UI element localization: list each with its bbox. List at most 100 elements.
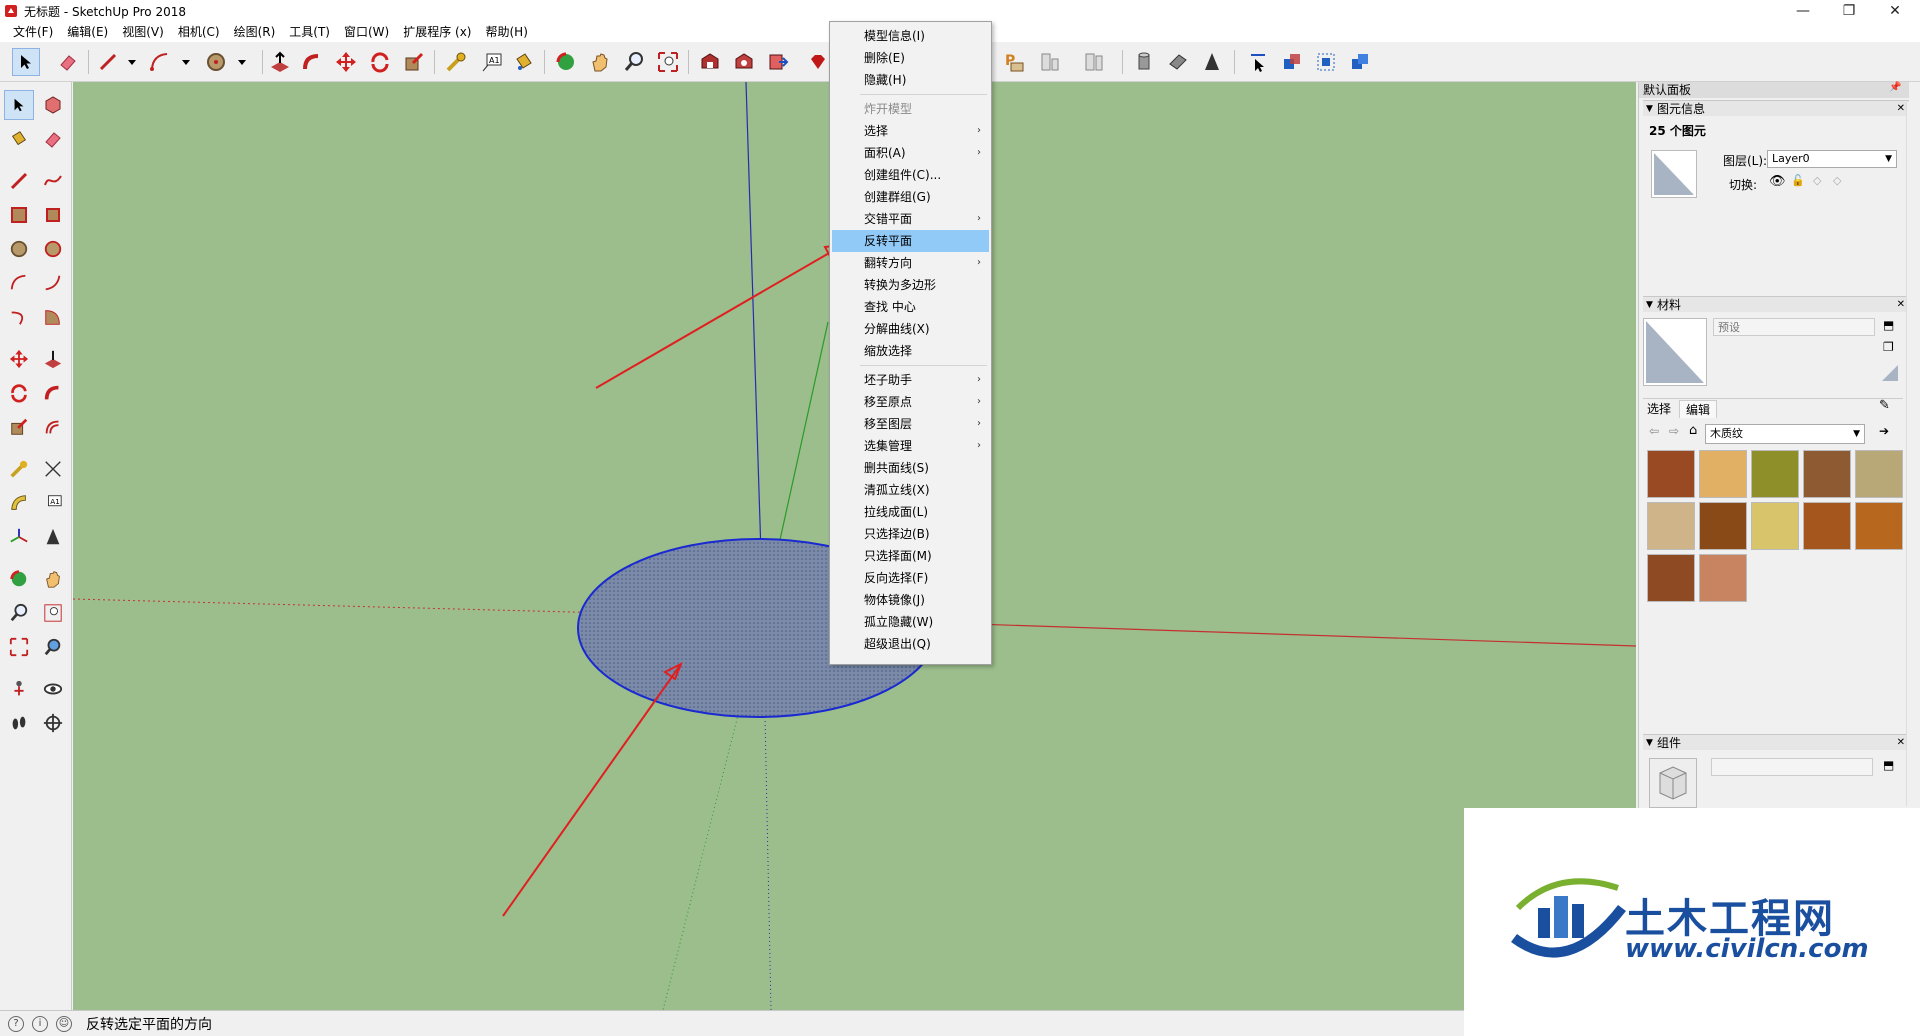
circle-tool-icon[interactable] xyxy=(202,48,230,76)
polygon-icon[interactable] xyxy=(38,234,68,264)
close-button[interactable]: ✕ xyxy=(1872,0,1918,22)
menu-extensions[interactable]: 扩展程序 (x) xyxy=(396,22,478,42)
ctx-select-faces-only[interactable]: 只选择面(M) xyxy=(832,545,989,567)
zoom-icon[interactable] xyxy=(4,598,34,628)
close-panel-icon[interactable]: ✕ xyxy=(1897,297,1905,313)
arc-dropdown-icon[interactable] xyxy=(172,48,200,76)
menu-edit[interactable]: 编辑(E) xyxy=(60,22,115,42)
rotate-icon[interactable] xyxy=(4,378,34,408)
ctx-lines-to-faces[interactable]: 拉线成面(L) xyxy=(832,501,989,523)
ctx-convert-to-polygon[interactable]: 转换为多边形 xyxy=(832,274,989,296)
ctx-area[interactable]: 面积(A) › xyxy=(832,142,989,164)
select-tool-icon[interactable] xyxy=(12,48,40,76)
tab-edit[interactable]: 编辑 xyxy=(1679,400,1718,418)
eyedropper-icon[interactable]: ✎ xyxy=(1879,398,1890,413)
extension-warehouse-icon[interactable] xyxy=(730,48,758,76)
circle-icon[interactable] xyxy=(4,234,34,264)
home-icon[interactable]: ⌂ xyxy=(1689,423,1697,438)
offset-icon[interactable] xyxy=(38,412,68,442)
material-swatch[interactable] xyxy=(1803,502,1851,550)
back-arrow-icon[interactable]: ⇦ xyxy=(1649,424,1659,438)
info-icon[interactable]: i xyxy=(32,1015,48,1032)
line-dropdown-icon[interactable] xyxy=(118,48,146,76)
add-component-icon[interactable]: ⬒ xyxy=(1883,758,1894,772)
make-component-icon[interactable] xyxy=(38,90,68,120)
pan-icon[interactable] xyxy=(38,564,68,594)
material-swatch[interactable] xyxy=(1855,450,1903,498)
ctx-hide[interactable]: 隐藏(H) xyxy=(832,69,989,91)
material-swatch[interactable] xyxy=(1751,502,1799,550)
pin-icon[interactable]: 📌 xyxy=(1889,82,1901,93)
zoom-extents-icon[interactable] xyxy=(4,632,34,662)
line-icon[interactable] xyxy=(4,166,34,196)
materials-header[interactable]: ▼ 材料 ✕ xyxy=(1643,296,1909,312)
ctx-explode-curve[interactable]: 分解曲线(X) xyxy=(832,318,989,340)
report-icon-2[interactable] xyxy=(1080,48,1108,76)
push-pull-tool-icon[interactable] xyxy=(266,48,294,76)
tray-scrollbar[interactable] xyxy=(1906,102,1918,806)
move-tool-icon[interactable] xyxy=(332,48,360,76)
ctx-flip-along[interactable]: 翻转方向 › xyxy=(832,252,989,274)
material-swatch[interactable] xyxy=(1647,450,1695,498)
arc-tool-icon[interactable] xyxy=(146,48,174,76)
push-pull-icon[interactable] xyxy=(38,344,68,374)
previous-view-icon[interactable] xyxy=(38,632,68,662)
components-header[interactable]: ▼ 组件 ✕ xyxy=(1643,734,1909,750)
minimize-button[interactable]: — xyxy=(1780,0,1826,22)
select-all-icon[interactable] xyxy=(1244,48,1272,76)
ctx-zoom-selection[interactable]: 缩放选择 xyxy=(832,340,989,362)
material-swatch[interactable] xyxy=(1647,502,1695,550)
menu-help[interactable]: 帮助(H) xyxy=(478,22,534,42)
axes-icon[interactable] xyxy=(4,522,34,552)
orbit-icon[interactable] xyxy=(4,564,34,594)
select-tool-icon[interactable] xyxy=(4,90,34,120)
arc-icon[interactable] xyxy=(4,268,34,298)
ctx-select-edges-only[interactable]: 只选择边(B) xyxy=(832,523,989,545)
pie-icon[interactable] xyxy=(38,302,68,332)
close-panel-icon[interactable]: ✕ xyxy=(1897,101,1905,117)
menu-file[interactable]: 文件(F) xyxy=(6,22,60,42)
rectangle-icon[interactable] xyxy=(4,200,34,230)
dimension-icon[interactable] xyxy=(38,454,68,484)
text-tool-icon[interactable]: A1 xyxy=(478,48,506,76)
ctx-find-center[interactable]: 查找 中心 xyxy=(832,296,989,318)
section-plane-icon[interactable] xyxy=(38,708,68,738)
geo-location-icon[interactable]: ? xyxy=(8,1015,24,1032)
text-icon[interactable]: A1 xyxy=(38,488,68,518)
layer-tool-3-icon[interactable] xyxy=(1346,48,1374,76)
ctx-move-to-origin[interactable]: 移至原点 › xyxy=(832,391,989,413)
paint-bucket-icon[interactable] xyxy=(4,124,34,154)
ctx-select[interactable]: 选择 › xyxy=(832,120,989,142)
layer-tool-1-icon[interactable] xyxy=(1278,48,1306,76)
lock-icon[interactable]: 🔓 xyxy=(1791,174,1805,187)
material-name-input[interactable] xyxy=(1713,318,1875,336)
ctx-move-to-layer[interactable]: 移至图层 › xyxy=(832,413,989,435)
shape-dropdown-icon[interactable] xyxy=(228,48,256,76)
ctx-make-component[interactable]: 创建组件(C)... xyxy=(832,164,989,186)
follow-me-icon[interactable] xyxy=(38,378,68,408)
ctx-model-info[interactable]: 模型信息(I) xyxy=(832,25,989,47)
tape-measure-tool-icon[interactable] xyxy=(442,48,470,76)
receive-shadow-icon[interactable]: ◇ xyxy=(1813,174,1821,187)
orbit-tool-icon[interactable] xyxy=(552,48,580,76)
3d-text-icon[interactable] xyxy=(38,522,68,552)
two-point-arc-icon[interactable] xyxy=(38,268,68,298)
paint-bucket-tool-icon[interactable] xyxy=(510,48,538,76)
tab-select[interactable]: 选择 xyxy=(1647,400,1671,417)
follow-me-tool-icon[interactable] xyxy=(298,48,326,76)
forward-arrow-icon[interactable]: ⇨ xyxy=(1669,424,1679,438)
ctx-isolate-hide[interactable]: 孤立隐藏(W) xyxy=(832,611,989,633)
soap-bubble-icon[interactable] xyxy=(1164,48,1192,76)
ruby-console-icon[interactable] xyxy=(804,48,832,76)
ctx-mirror-object[interactable]: 物体镜像(J) xyxy=(832,589,989,611)
rotated-rectangle-icon[interactable] xyxy=(38,200,68,230)
material-swatch[interactable] xyxy=(1751,450,1799,498)
scale-icon[interactable] xyxy=(4,412,34,442)
material-swatch[interactable] xyxy=(1699,554,1747,602)
material-swatch[interactable] xyxy=(1699,502,1747,550)
material-swatch[interactable] xyxy=(1855,502,1903,550)
layer-tool-2-icon[interactable] xyxy=(1312,48,1340,76)
ctx-intersect-faces[interactable]: 交错平面 › xyxy=(832,208,989,230)
look-around-icon[interactable] xyxy=(38,674,68,704)
visibility-eye-icon[interactable]: 👁 xyxy=(1769,174,1786,189)
